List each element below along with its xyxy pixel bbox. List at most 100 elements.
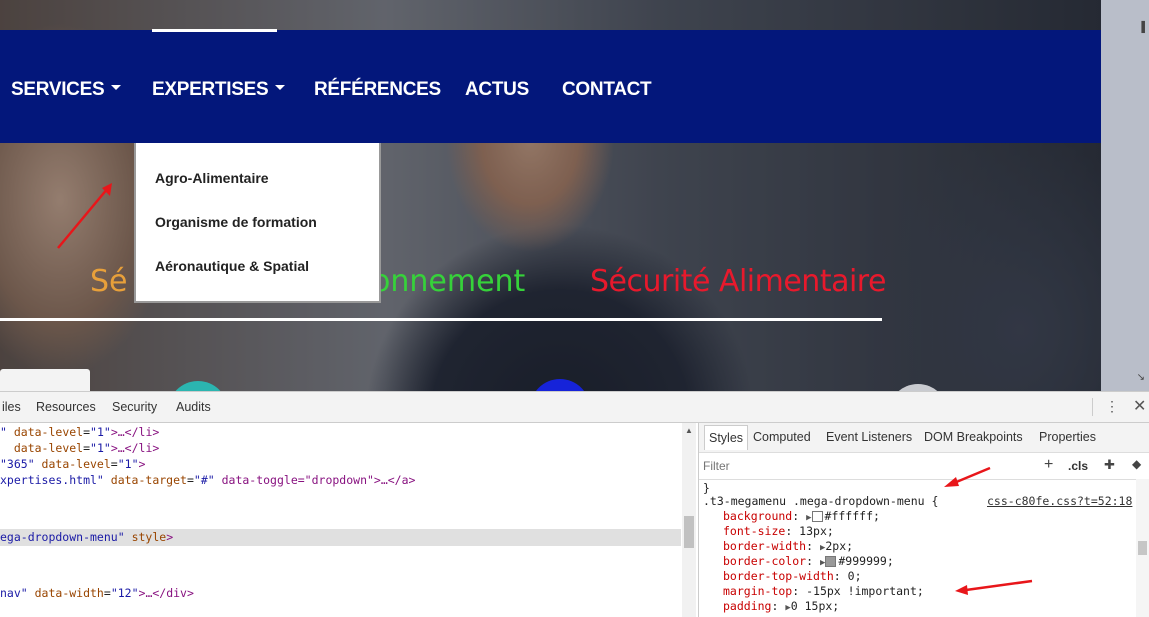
code-tag: >…</li> <box>110 425 160 439</box>
dom-node-line-selected[interactable]: ega-dropdown-menu" style> <box>0 530 173 546</box>
tab-properties[interactable]: Properties <box>1039 430 1096 444</box>
color-swatch[interactable] <box>811 511 823 522</box>
tagline-part-1: Sé <box>90 264 128 299</box>
css-declaration-border-color[interactable]: border-color: ▶ #999999; <box>723 554 894 568</box>
annotation-arrow-icon <box>955 579 1033 595</box>
styles-scrollbar[interactable] <box>1136 479 1149 617</box>
css-prop-name: background <box>723 509 793 523</box>
code-value: "1" <box>90 441 111 455</box>
tab-dom-breakpoints[interactable]: DOM Breakpoints <box>924 430 1023 444</box>
code-attr: data-level <box>13 425 84 439</box>
code-tag: > <box>138 457 146 471</box>
nav-item-actus[interactable]: ACTUS <box>465 79 529 101</box>
dom-node-line[interactable]: "365" data-level="1"> <box>0 457 145 473</box>
css-prop-value: -15px !important; <box>806 584 924 598</box>
tabbar-divider <box>1092 398 1093 416</box>
tagline-part-3: Sécurité Alimentaire <box>590 264 886 299</box>
nav-item-services[interactable]: SERVICES <box>11 79 122 101</box>
styles-filter-row: + .cls ✚ ◆ <box>699 453 1149 480</box>
css-declaration-background[interactable]: background: ▶ #ffffff; <box>723 509 880 523</box>
element-state-icon[interactable]: ◆ <box>1132 457 1141 471</box>
elements-tree: " data-level="1">…</li> data-level="1">…… <box>0 423 699 617</box>
dom-node-line[interactable]: " data-level="1">…</li> <box>0 425 159 441</box>
dropdown-item-formation[interactable]: Organisme de formation <box>155 214 317 230</box>
code-value: "12" <box>110 586 139 600</box>
css-prop-value: 2px; <box>825 539 854 553</box>
pin-icon[interactable]: ✚ <box>1104 457 1115 473</box>
css-declaration-padding[interactable]: padding: ▶0 15px; <box>723 599 839 613</box>
nav-item-expertises[interactable]: EXPERTISES <box>152 79 286 101</box>
code-value: "#" <box>193 473 215 487</box>
code-attr: data-width <box>34 586 104 600</box>
tab-event-listeners[interactable]: Event Listeners <box>826 430 912 444</box>
code-tag: data-toggle="dropdown">…</a> <box>214 473 416 487</box>
devtools-tabbar: iles Resources Security Audits ⋮ ✕ <box>0 392 1149 423</box>
css-declaration-margin-top[interactable]: margin-top: -15px !important; <box>723 584 924 598</box>
css-prop-name: border-top-width <box>723 569 834 583</box>
css-declaration-border-width[interactable]: border-width: ▶2px; <box>723 539 853 553</box>
scroll-up-icon[interactable]: ▲ <box>685 426 693 435</box>
tagline-part-2: onnement <box>372 264 526 299</box>
annotation-arrow-icon <box>57 183 112 249</box>
code-attr: data-level <box>41 457 111 471</box>
caret-down-icon <box>275 85 286 91</box>
nav-item-label: RÉFÉRENCES <box>314 79 441 100</box>
nav-item-label: CONTACT <box>562 79 652 100</box>
tab-styles[interactable]: Styles <box>704 425 749 450</box>
css-source-link[interactable]: css-c80fe.css?t=52:18 <box>987 494 1132 508</box>
css-declaration-font-size[interactable]: font-size: 13px; <box>723 524 834 538</box>
nav-item-contact[interactable]: CONTACT <box>562 79 652 101</box>
code-attr: data-level <box>13 441 84 455</box>
code-fragment: " <box>0 425 14 439</box>
nav-item-references[interactable]: RÉFÉRENCES <box>314 79 441 101</box>
css-prop-value: 13px; <box>799 524 834 538</box>
scrollbar-thumb[interactable] <box>1138 541 1147 555</box>
code-fragment: ega-dropdown-menu" <box>0 530 132 544</box>
close-icon[interactable]: ✕ <box>1133 396 1146 416</box>
dom-node-line[interactable]: data-level="1">…</li> <box>0 441 159 457</box>
tagline-underline <box>0 318 882 321</box>
dom-node-line[interactable]: nav" data-width="12">…</div> <box>0 586 194 602</box>
css-prop-value: #ffffff; <box>824 509 880 523</box>
css-prop-value: 0; <box>847 569 862 583</box>
dropdown-item-aeronautique[interactable]: Aéronautique & Spatial <box>155 258 309 274</box>
code-fragment: nav" <box>0 586 35 600</box>
tab-resources[interactable]: Resources <box>36 400 96 414</box>
code-value: "1" <box>90 425 111 439</box>
new-rule-icon[interactable]: + <box>1044 456 1053 474</box>
code-tag: >…</div> <box>138 586 194 600</box>
dropdown-item-agro[interactable]: Agro-Alimentaire <box>155 170 269 186</box>
floating-tab <box>0 369 90 391</box>
page-right-gutter: ▐ ↘ <box>1101 0 1149 391</box>
css-prop-name: border-width <box>723 539 807 553</box>
styles-sidebar: Styles Computed Event Listeners DOM Brea… <box>699 423 1149 617</box>
css-prop-name: margin-top <box>723 584 793 598</box>
nav-active-indicator <box>152 29 277 32</box>
dom-node-line[interactable]: xpertises.html" data-target="#" data-tog… <box>0 473 415 489</box>
website-viewport: ▐ ↘ SERVICES EXPERTISES RÉFÉRENCES ACTUS… <box>0 0 1149 391</box>
css-rule-selector[interactable]: .t3-megamenu .mega-dropdown-menu { <box>703 494 938 508</box>
color-swatch[interactable] <box>825 556 837 567</box>
code-attr: data-target <box>110 473 187 487</box>
tab-profiles[interactable]: iles <box>2 400 21 414</box>
css-prop-value: #999999; <box>838 554 894 568</box>
sidebar-tabbar: Styles Computed Event Listeners DOM Brea… <box>699 423 1149 453</box>
css-declaration-border-top-width[interactable]: border-top-width: 0; <box>723 569 862 583</box>
scrollbar-thumb[interactable] <box>684 516 694 548</box>
tab-audits[interactable]: Audits <box>176 400 211 414</box>
expertises-dropdown-menu: Agro-Alimentaire Organisme de formation … <box>134 143 381 303</box>
scroll-mark-top: ▐ <box>1137 22 1145 33</box>
nav-item-label: ACTUS <box>465 79 529 100</box>
caret-down-icon <box>111 85 122 91</box>
code-fragment <box>0 441 14 455</box>
css-prop-value: 0 15px; <box>790 599 840 613</box>
code-fragment: xpertises.html" <box>0 473 111 487</box>
cls-toggle-button[interactable]: .cls <box>1068 459 1088 473</box>
annotation-arrow-icon <box>944 466 991 487</box>
nav-item-label: EXPERTISES <box>152 79 269 100</box>
more-options-icon[interactable]: ⋮ <box>1105 398 1119 415</box>
elements-scrollbar[interactable]: ▲ <box>682 423 696 617</box>
tab-security[interactable]: Security <box>112 400 157 414</box>
tab-computed[interactable]: Computed <box>753 430 811 444</box>
code-tag: > <box>166 530 174 544</box>
